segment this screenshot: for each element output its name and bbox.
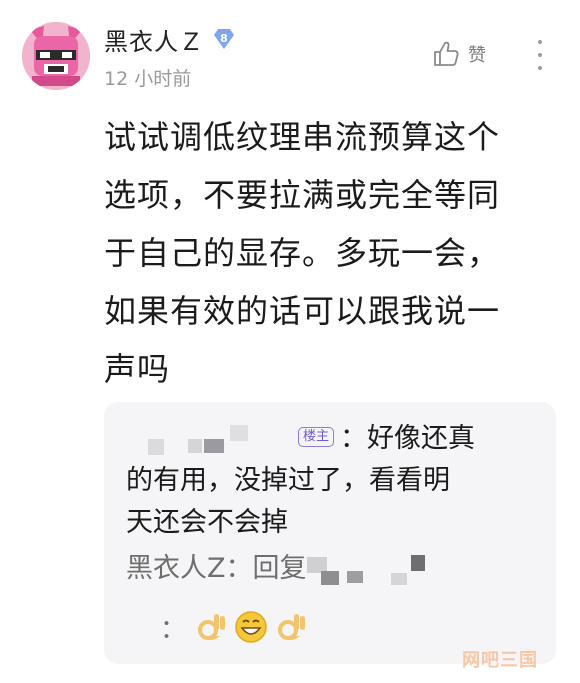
comment-line: 于自己的显存。多玩一会，	[104, 234, 501, 272]
blurred-mention	[306, 554, 437, 585]
level-number: 8	[220, 32, 228, 45]
more-dot	[538, 40, 542, 44]
more-dot	[538, 66, 542, 70]
sub-reply-prefix: ：回复	[225, 553, 307, 584]
reply-item-author[interactable]: 黑衣人Z：回复	[126, 548, 437, 590]
comment-line: 试试调低纹理串流预算这个	[104, 118, 501, 156]
reply-text-first: ：好像还真	[340, 423, 476, 454]
comment-line: 声吗	[104, 350, 171, 388]
more-dot	[538, 53, 542, 57]
avatar[interactable]	[22, 22, 90, 90]
sub-reply-author[interactable]: 黑衣人Z	[126, 553, 226, 584]
author-row: 黑衣人Ｚ 8	[104, 22, 234, 57]
thumbs-up-icon	[434, 41, 459, 66]
reply-thread[interactable]: 楼主 ：好像还真 的有用，没掉过了，看看明 天还会不会掉 黑衣人Z：回复 ：	[104, 402, 556, 664]
more-options-button[interactable]	[530, 40, 550, 70]
host-tag: 楼主	[298, 426, 335, 447]
author-name[interactable]: 黑衣人Ｚ	[104, 22, 204, 57]
ok-hand-emoji-icon	[278, 614, 306, 640]
level-badge: 8	[214, 28, 234, 50]
grinning-face-emoji-icon	[235, 611, 267, 643]
comment-body: 试试调低纹理串流预算这个 选项，不要拉满或完全等同 于自己的显存。多玩一会， 如…	[104, 108, 554, 398]
emoji-row: ：	[160, 606, 308, 648]
reply-item-host[interactable]: 楼主 ：好像还真 的有用，没掉过了，看看明 天还会不会掉	[126, 418, 536, 544]
watermark: 网吧三国	[462, 650, 538, 671]
ok-hand-emoji-icon	[198, 614, 226, 640]
reply-text: 天还会不会掉	[126, 507, 288, 538]
comment-time: 12 小时前	[104, 68, 192, 90]
emoji-colon: ：	[160, 614, 187, 645]
like-button[interactable]: 赞	[432, 40, 486, 68]
reply-text: 的有用，没掉过了，看看明	[126, 465, 450, 496]
comment-line: 选项，不要拉满或完全等同	[104, 176, 501, 214]
like-label: 赞	[468, 45, 486, 66]
avatar-image	[22, 22, 90, 90]
comment-line: 如果有效的话可以跟我说一	[104, 292, 501, 330]
blurred-username	[126, 424, 286, 455]
